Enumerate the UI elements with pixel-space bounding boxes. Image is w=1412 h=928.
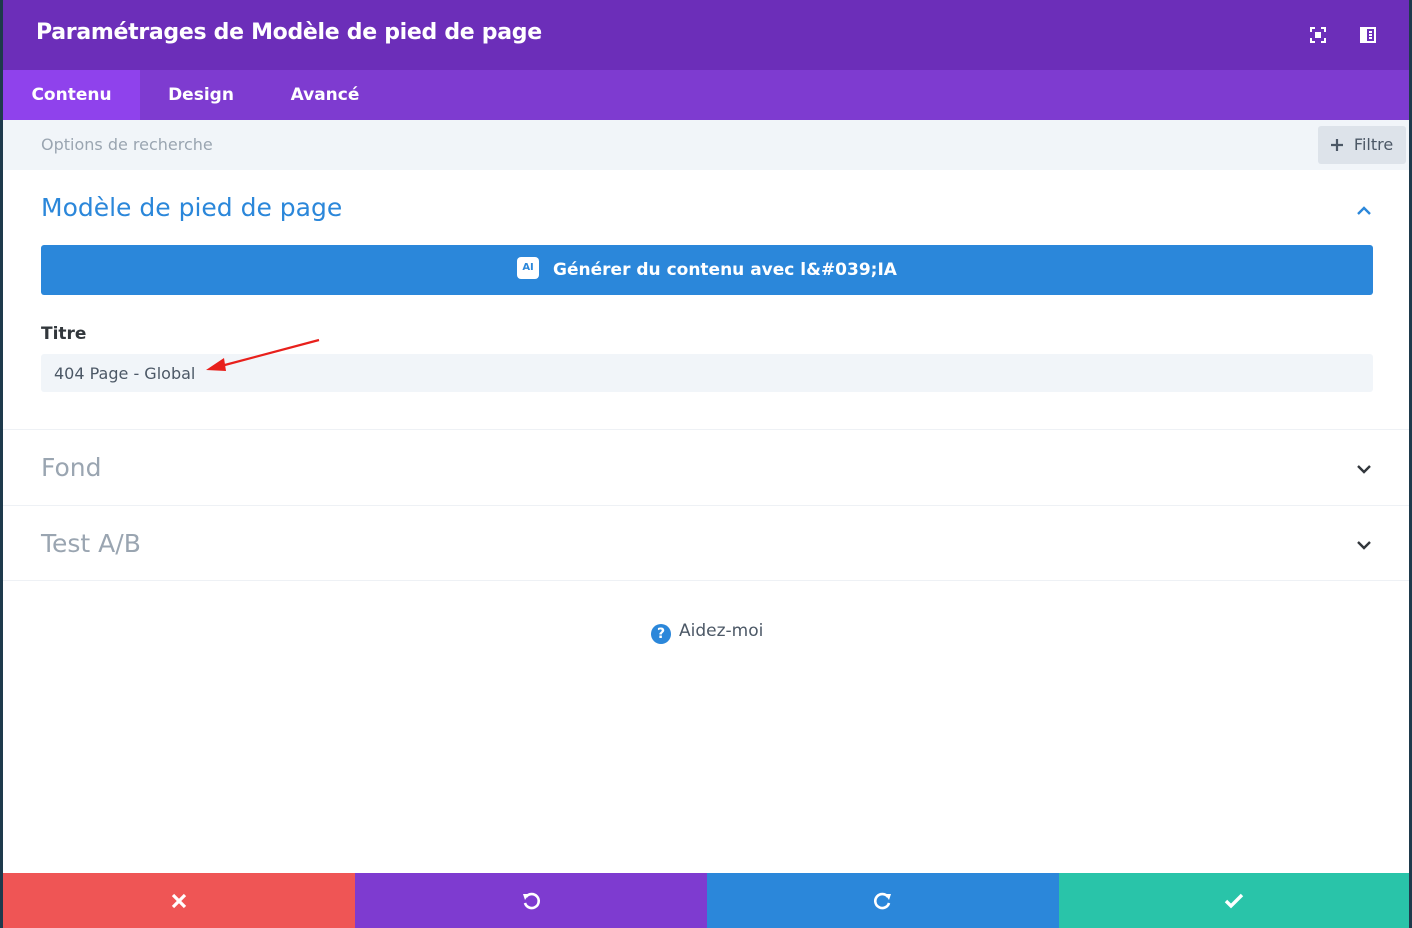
chevron-down-icon[interactable]	[1355, 460, 1373, 478]
modal-header: Paramétrages de Modèle de pied de page	[3, 0, 1409, 70]
chevron-up-icon[interactable]	[1355, 202, 1373, 220]
help-icon: ?	[651, 624, 671, 644]
sidebar-toggle-icon[interactable]	[1359, 26, 1377, 44]
section-title-background[interactable]: Fond	[41, 453, 102, 482]
title-field-label: Titre	[41, 324, 87, 344]
search-options-bar[interactable]: Options de recherche Filtre	[3, 120, 1409, 170]
save-button[interactable]	[1059, 873, 1409, 928]
help-label: Aidez-moi	[679, 621, 764, 641]
redo-icon	[874, 892, 891, 909]
modal-title: Paramétrages de Modèle de pied de page	[36, 20, 542, 45]
redo-button[interactable]	[707, 873, 1059, 928]
search-input[interactable]: Options de recherche	[41, 135, 213, 154]
close-icon	[171, 893, 187, 908]
section-title-footer-template[interactable]: Modèle de pied de page	[41, 193, 342, 222]
annotation-arrow-icon	[206, 338, 320, 371]
chevron-down-icon[interactable]	[1355, 536, 1373, 554]
tab-content[interactable]: Contenu	[3, 70, 140, 120]
tab-bar: Contenu Design Avancé	[3, 70, 1409, 120]
cancel-button[interactable]	[3, 873, 355, 928]
section-divider	[3, 429, 1409, 430]
settings-modal: Paramétrages de Modèle de pied de page C…	[3, 0, 1409, 928]
undo-button[interactable]	[355, 873, 707, 928]
filter-label: Filtre	[1353, 135, 1394, 154]
section-title-ab-test[interactable]: Test A/B	[41, 529, 141, 558]
undo-icon	[523, 892, 540, 909]
ai-button-label: Générer du contenu avec l&#039;IA	[553, 260, 897, 280]
generate-ai-button[interactable]: AI Générer du contenu avec l&#039;IA	[41, 245, 1373, 295]
fullscreen-icon[interactable]	[1309, 26, 1327, 44]
tab-design[interactable]: Design	[140, 70, 262, 120]
section-divider	[3, 505, 1409, 506]
filter-button[interactable]: Filtre	[1318, 126, 1406, 164]
check-icon	[1224, 893, 1244, 908]
tab-advanced[interactable]: Avancé	[262, 70, 388, 120]
plus-icon	[1330, 135, 1354, 154]
help-link[interactable]: ? Aidez-moi	[651, 621, 763, 644]
ai-icon: AI	[517, 257, 540, 279]
section-divider	[3, 580, 1409, 581]
